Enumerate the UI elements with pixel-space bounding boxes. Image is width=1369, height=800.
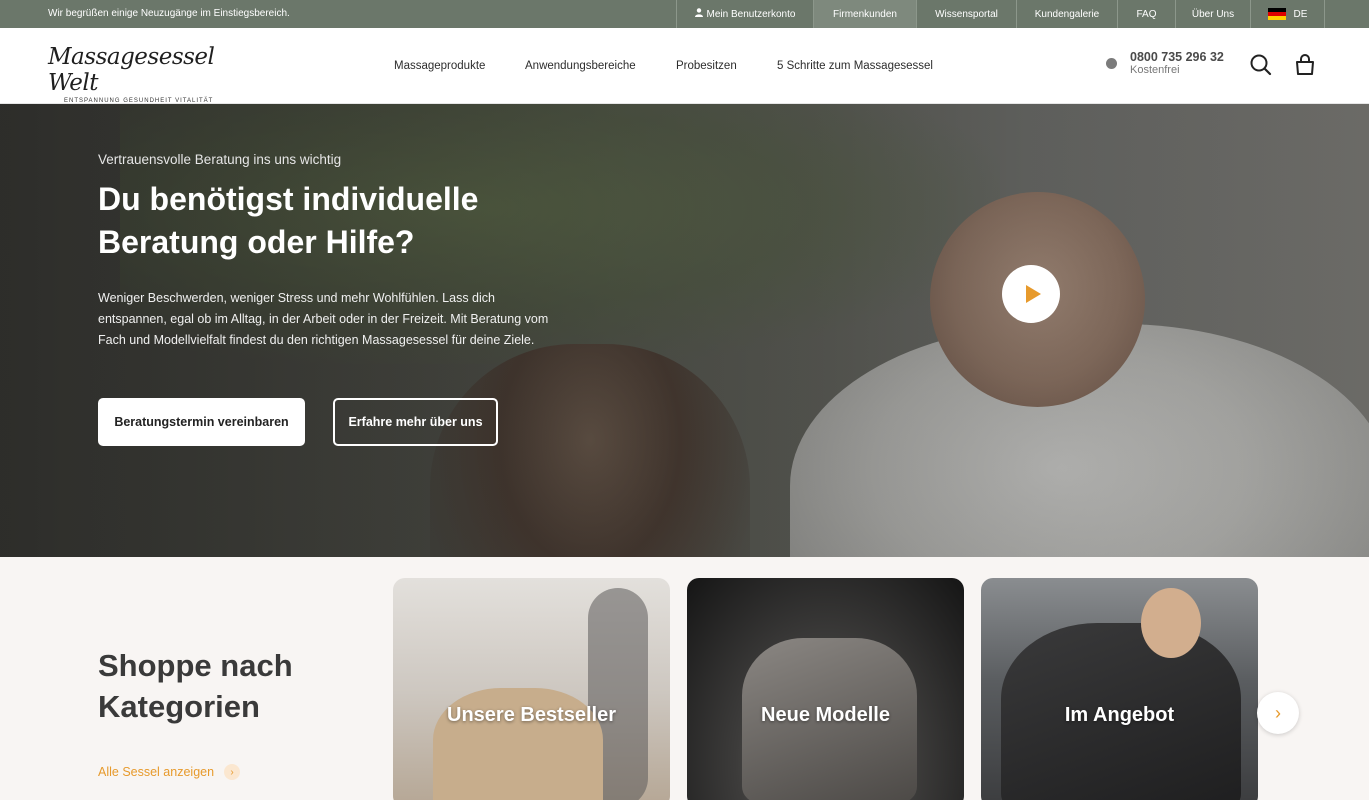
category-card-bestseller[interactable]: Unsere Bestseller [393,578,670,800]
top-link-label: FAQ [1136,8,1157,20]
main-header: Massagesessel Welt ENTSPANNUNG GESUNDHEI… [0,28,1369,104]
top-link-business[interactable]: Firmenkunden [813,0,916,28]
category-card-label: Unsere Bestseller [447,704,616,726]
card-image-person [1141,588,1201,658]
top-bar: Wir begrüßen einige Neuzugänge im Einsti… [0,0,1369,28]
site-logo[interactable]: Massagesessel Welt ENTSPANNUNG GESUNDHEI… [48,44,218,104]
phone-note: Kostenfrei [1130,64,1180,76]
category-card-offer[interactable]: Im Angebot [981,578,1258,800]
category-card-label: Im Angebot [1064,704,1175,726]
cart-icon[interactable] [1292,52,1318,78]
status-dot-icon [1106,58,1117,69]
nav-anwendungsbereiche[interactable]: Anwendungsbereiche [525,60,636,72]
all-chairs-label: Alle Sessel anzeigen [98,765,215,779]
top-link-label: Wissensportal [935,8,998,20]
category-card-new[interactable]: Neue Modelle [687,578,964,800]
logo-wordmark: Massagesessel Welt [48,44,215,96]
top-link-gallery[interactable]: Kundengalerie [1016,0,1117,28]
top-link-label: Kundengalerie [1034,8,1100,20]
phone-number: 0800 735 296 32 [1130,50,1224,64]
hero-description: Weniger Beschwerden, weniger Stress und … [98,291,549,347]
categories-section: Shoppe nach Kategorien Alle Sessel anzei… [0,557,1369,800]
nav-massageprodukte[interactable]: Massageprodukte [394,60,485,72]
top-link-knowledge[interactable]: Wissensportal [916,0,1016,28]
nav-probesitzen[interactable]: Probesitzen [676,60,737,72]
play-video-button[interactable] [1002,265,1060,323]
language-label: DE [1293,8,1308,20]
phone-contact[interactable]: 0800 735 296 32 Kostenfrei [1106,50,1224,76]
flag-de-icon [1267,8,1286,20]
category-card-label: Neue Modelle [761,704,890,726]
nav-5-schritte[interactable]: 5 Schritte zum Massagesessel [777,60,933,72]
chevron-right-icon: › [1275,702,1281,723]
top-link-label: Firmenkunden [833,8,897,20]
welcome-message: Wir begrüßen einige Neuzugänge im Einsti… [48,8,290,19]
all-chairs-link[interactable]: Alle Sessel anzeigen › [98,764,241,780]
user-icon [694,8,703,20]
search-icon[interactable] [1248,52,1274,78]
about-us-button[interactable]: Erfahre mehr über uns [333,398,498,446]
top-link-label: Mein Benutzerkonto [706,8,796,20]
play-icon [1025,285,1041,303]
language-selector[interactable]: DE [1250,0,1325,28]
top-link-account[interactable]: Mein Benutzerkonto [676,0,813,28]
carousel-next-button[interactable]: › [1257,692,1299,734]
hero-title: Du benötigst individuelle Beratung oder … [98,181,479,260]
categories-title: Shoppe nach Kategorien [98,648,293,724]
top-link-faq[interactable]: FAQ [1117,0,1175,28]
hero-eyebrow: Vertrauensvolle Beratung ins uns wichtig [98,152,342,167]
book-consultation-button[interactable]: Beratungstermin vereinbaren [98,398,305,446]
top-link-label: Über Uns [1191,8,1235,20]
top-links: Mein Benutzerkonto Firmenkunden Wissensp… [676,0,1325,28]
hero-section: Vertrauensvolle Beratung ins uns wichtig… [0,104,1369,557]
chevron-right-icon: › [224,764,241,780]
top-link-about[interactable]: Über Uns [1175,0,1250,28]
